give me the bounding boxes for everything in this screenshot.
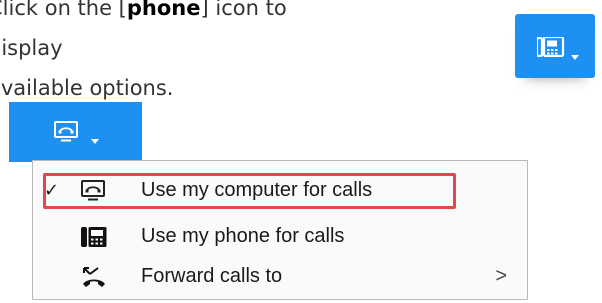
menu-item-label: Use my phone for calls — [141, 225, 345, 247]
calling-options-menu: ✓ Use my computer for calls Use my phone… — [32, 160, 528, 300]
phone-mode-button[interactable] — [515, 14, 595, 78]
menu-item-use-phone[interactable]: Use my phone for calls — [33, 217, 527, 257]
chevron-down-icon — [571, 45, 579, 64]
chevron-down-icon — [91, 129, 99, 148]
call-forward-icon — [81, 266, 109, 296]
menu-item-forward-calls[interactable]: Forward calls to > — [33, 257, 527, 297]
computer-audio-icon — [54, 121, 80, 147]
desk-phone-icon — [81, 226, 109, 254]
desk-phone-icon — [535, 35, 565, 61]
instruction-keyword: phone — [126, 0, 201, 20]
submenu-arrow-icon: > — [495, 265, 507, 287]
menu-item-use-computer[interactable]: ✓ Use my computer for calls — [33, 171, 527, 211]
computer-audio-icon — [81, 180, 107, 208]
instruction-line2: available options. — [0, 76, 174, 100]
menu-item-label: Forward calls to — [141, 265, 283, 287]
menu-item-label: Use my computer for calls — [141, 179, 373, 201]
instruction-line1-prefix: Click on the [ — [0, 0, 127, 20]
instruction-text: Click on the [phone] icon to display ava… — [0, 0, 348, 108]
checkmark-icon: ✓ — [44, 180, 60, 200]
computer-mode-button[interactable] — [9, 102, 142, 162]
